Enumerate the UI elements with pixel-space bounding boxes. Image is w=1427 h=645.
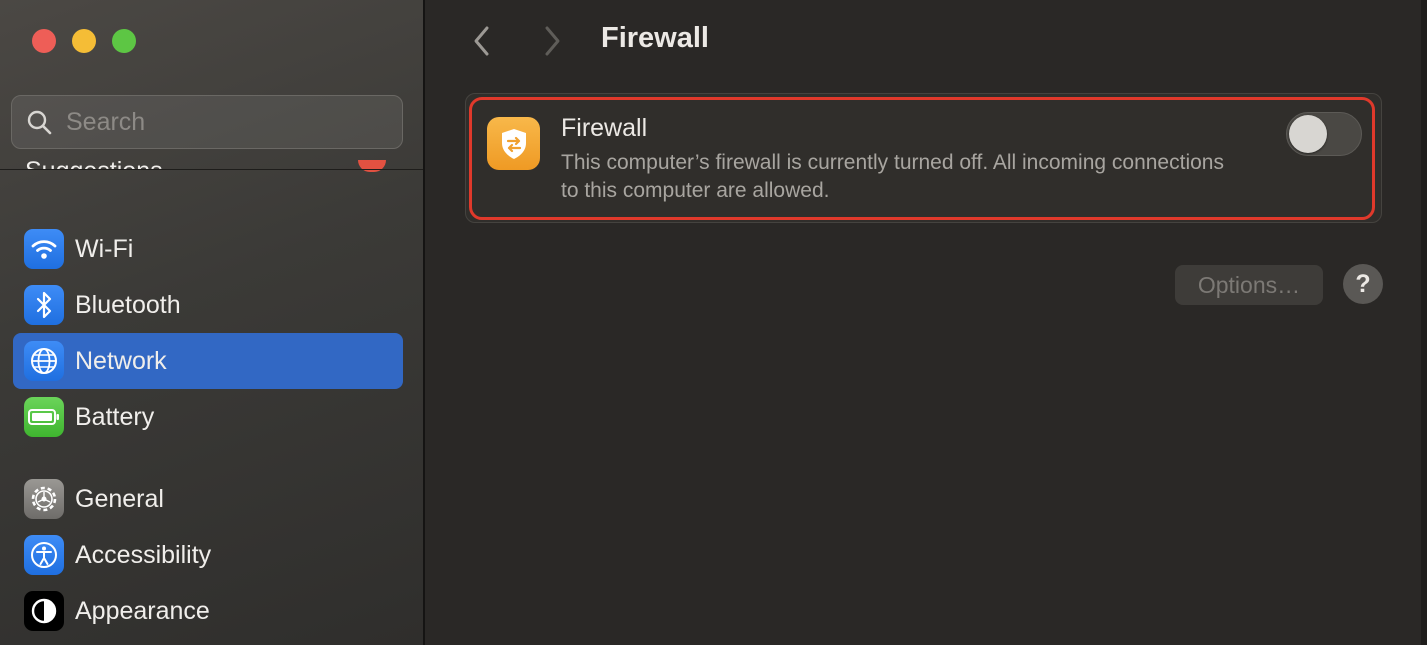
sidebar-item-label: General [75, 484, 164, 513]
globe-icon [24, 341, 64, 381]
bluetooth-icon [24, 285, 64, 325]
sidebar-item-bluetooth[interactable]: Bluetooth [13, 277, 403, 333]
options-button[interactable]: Options… [1175, 265, 1323, 305]
battery-icon [24, 397, 64, 437]
firewall-title: Firewall [561, 114, 648, 142]
wifi-icon [24, 229, 64, 269]
firewall-toggle[interactable] [1286, 112, 1362, 156]
sidebar-item-label: Bluetooth [75, 290, 181, 319]
search-divider [0, 169, 423, 170]
suggestions-heading: Suggestions [25, 156, 163, 170]
sidebar-item-accessibility[interactable]: Accessibility [13, 527, 403, 583]
toggle-knob [1289, 115, 1327, 153]
toolbar: Firewall [425, 0, 1427, 80]
sidebar-item-network[interactable]: Network [13, 333, 403, 389]
forward-button[interactable] [537, 24, 567, 58]
search-field[interactable] [11, 95, 403, 149]
sidebar-item-label: Appearance [75, 596, 210, 625]
page-title: Firewall [601, 22, 709, 54]
sidebar-item-label: Battery [75, 402, 155, 431]
sidebar: Suggestions Wi-Fi Bluetooth [0, 0, 423, 645]
window-controls [32, 29, 136, 53]
sidebar-item-general[interactable]: General [13, 471, 403, 527]
sidebar-item-wifi[interactable]: Wi-Fi [13, 221, 403, 277]
window-edge [1421, 0, 1427, 645]
close-button[interactable] [32, 29, 56, 53]
sidebar-item-battery[interactable]: Battery [13, 389, 403, 445]
zoom-button[interactable] [112, 29, 136, 53]
firewall-icon [487, 117, 540, 170]
search-icon [27, 110, 52, 135]
appearance-icon [24, 591, 64, 631]
chevron-left-icon [474, 26, 489, 56]
help-button[interactable]: ? [1343, 264, 1383, 304]
gear-icon [24, 479, 64, 519]
chevron-right-icon [545, 26, 560, 56]
sidebar-item-label: Network [75, 346, 167, 375]
firewall-description: This computer’s firewall is currently tu… [561, 151, 1224, 202]
sidebar-item-appearance[interactable]: Appearance [13, 583, 403, 639]
minimize-button[interactable] [72, 29, 96, 53]
sidebar-item-label: Accessibility [75, 540, 212, 569]
accessibility-icon [24, 535, 64, 575]
notification-badge [358, 160, 386, 172]
sidebar-item-label: Wi-Fi [75, 234, 134, 263]
sidebar-divider [423, 0, 425, 645]
back-button[interactable] [467, 24, 497, 58]
search-input[interactable] [64, 106, 388, 138]
